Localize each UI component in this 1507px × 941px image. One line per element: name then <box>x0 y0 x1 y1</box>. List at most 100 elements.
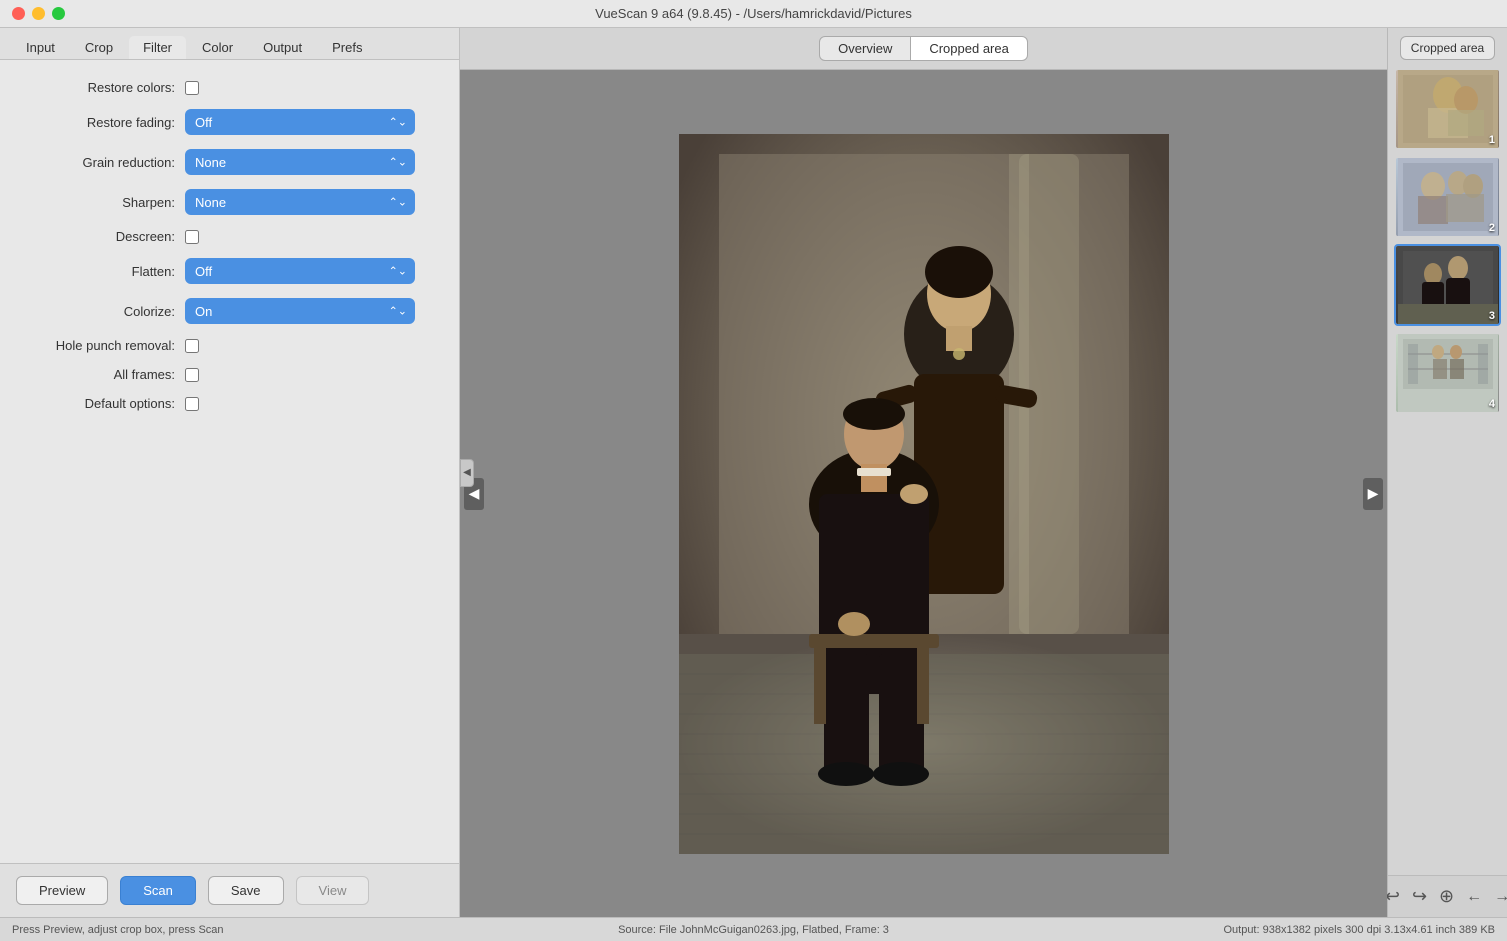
zoom-controls: ↩ ↪ ⊕ ← → <box>1388 875 1507 917</box>
flatten-row: Flatten: Off On ⌃⌄ <box>20 258 439 284</box>
default-options-control <box>185 397 199 411</box>
sharpen-label: Sharpen: <box>20 195 185 210</box>
thumbnail-3[interactable]: 3 <box>1394 244 1501 326</box>
tab-prefs[interactable]: Prefs <box>318 36 376 59</box>
sharpen-control: None Low Medium High ⌃⌄ <box>185 189 415 215</box>
tab-bar: Input Crop Filter Color Output Prefs <box>0 28 459 60</box>
tab-filter[interactable]: Filter <box>129 36 186 59</box>
save-button[interactable]: Save <box>208 876 284 905</box>
zoom-in-button[interactable]: ↪ <box>1408 884 1431 909</box>
grain-reduction-select[interactable]: None Low Medium High <box>185 149 415 175</box>
window-title: VueScan 9 a64 (9.8.45) - /Users/hamrickd… <box>595 6 912 21</box>
grain-reduction-control: None Low Medium High ⌃⌄ <box>185 149 415 175</box>
all-frames-control <box>185 368 199 382</box>
restore-fading-select-wrap: Off On ⌃⌄ <box>185 109 415 135</box>
grain-reduction-row: Grain reduction: None Low Medium High ⌃⌄ <box>20 149 439 175</box>
preview-button[interactable]: Preview <box>16 876 108 905</box>
thumbnail-1-number: 1 <box>1489 134 1495 146</box>
main-photo <box>679 134 1169 854</box>
form-area: Restore colors: Restore fading: Off On <box>0 60 459 863</box>
all-frames-checkbox[interactable] <box>185 368 199 382</box>
tab-color[interactable]: Color <box>188 36 247 59</box>
thumbnail-4-number: 4 <box>1489 398 1495 410</box>
grain-reduction-select-wrap: None Low Medium High ⌃⌄ <box>185 149 415 175</box>
close-button[interactable] <box>12 7 25 20</box>
default-options-checkbox[interactable] <box>185 397 199 411</box>
cropped-area-button[interactable]: Cropped area <box>1400 36 1495 60</box>
tab-output[interactable]: Output <box>249 36 316 59</box>
sharpen-select-wrap: None Low Medium High ⌃⌄ <box>185 189 415 215</box>
grain-reduction-label: Grain reduction: <box>20 155 185 170</box>
thumbnail-3-number: 3 <box>1489 310 1495 322</box>
center-right-wrapper: Overview Cropped area ◀ <box>460 28 1507 917</box>
colorize-row: Colorize: Off On ⌃⌄ <box>20 298 439 324</box>
restore-fading-label: Restore fading: <box>20 115 185 130</box>
view-tabs: Overview Cropped area <box>460 28 1387 70</box>
default-options-row: Default options: <box>20 396 439 411</box>
restore-colors-label: Restore colors: <box>20 80 185 95</box>
restore-fading-select[interactable]: Off On <box>185 109 415 135</box>
colorize-select-wrap: Off On ⌃⌄ <box>185 298 415 324</box>
thumbnail-2-number: 2 <box>1489 222 1495 234</box>
descreen-control <box>185 230 199 244</box>
sharpen-select[interactable]: None Low Medium High <box>185 189 415 215</box>
flatten-select[interactable]: Off On <box>185 258 415 284</box>
sharpen-row: Sharpen: None Low Medium High ⌃⌄ <box>20 189 439 215</box>
flatten-control: Off On ⌃⌄ <box>185 258 415 284</box>
status-bar: Press Preview, adjust crop box, press Sc… <box>0 917 1507 941</box>
thumb-3-image <box>1398 246 1498 324</box>
center-panel: Overview Cropped area ◀ <box>460 28 1387 917</box>
descreen-row: Descreen: <box>20 229 439 244</box>
tab-overview[interactable]: Overview <box>819 36 911 61</box>
restore-colors-checkbox[interactable] <box>185 81 199 95</box>
status-source: Source: File JohnMcGuigan0263.jpg, Flatb… <box>513 924 994 936</box>
thumbnail-1[interactable]: 1 <box>1394 68 1501 150</box>
descreen-label: Descreen: <box>20 229 185 244</box>
thumbnails-list: 1 2 <box>1388 64 1507 875</box>
image-area: ◀ <box>460 70 1387 917</box>
all-frames-label: All frames: <box>20 367 185 382</box>
restore-fading-control: Off On ⌃⌄ <box>185 109 415 135</box>
colorize-select[interactable]: Off On <box>185 298 415 324</box>
nav-next-button[interactable]: ▶ <box>1363 478 1383 510</box>
tab-cropped-area[interactable]: Cropped area <box>911 36 1028 61</box>
scan-button[interactable]: Scan <box>120 876 196 905</box>
flatten-select-wrap: Off On ⌃⌄ <box>185 258 415 284</box>
main-layout: Input Crop Filter Color Output Prefs Res… <box>0 28 1507 917</box>
right-panel-header: Cropped area <box>1388 28 1507 64</box>
descreen-checkbox[interactable] <box>185 230 199 244</box>
left-panel: Input Crop Filter Color Output Prefs Res… <box>0 28 460 917</box>
collapse-panel-button[interactable]: ◀ <box>460 459 474 487</box>
maximize-button[interactable] <box>52 7 65 20</box>
thumb-2-image <box>1398 158 1498 236</box>
hole-punch-removal-control <box>185 339 199 353</box>
thumbnail-4[interactable]: 4 <box>1394 332 1501 414</box>
left-wrapper: Input Crop Filter Color Output Prefs Res… <box>0 28 460 917</box>
default-options-label: Default options: <box>20 396 185 411</box>
pan-right-button[interactable]: → <box>1490 886 1507 908</box>
pan-left-button[interactable]: ← <box>1462 886 1486 908</box>
right-panel: Cropped area 1 <box>1387 28 1507 917</box>
restore-colors-control <box>185 81 199 95</box>
hole-punch-removal-checkbox[interactable] <box>185 339 199 353</box>
status-hint: Press Preview, adjust crop box, press Sc… <box>12 924 493 936</box>
minimize-button[interactable] <box>32 7 45 20</box>
hole-punch-removal-row: Hole punch removal: <box>20 338 439 353</box>
flatten-label: Flatten: <box>20 264 185 279</box>
window-controls <box>12 7 65 20</box>
tab-crop[interactable]: Crop <box>71 36 127 59</box>
colorize-label: Colorize: <box>20 304 185 319</box>
status-output: Output: 938x1382 pixels 300 dpi 3.13x4.6… <box>1014 924 1495 936</box>
bottom-bar: Preview Scan Save View <box>0 863 459 917</box>
zoom-plus-button[interactable]: ⊕ <box>1435 884 1458 909</box>
titlebar: VueScan 9 a64 (9.8.45) - /Users/hamrickd… <box>0 0 1507 28</box>
restore-colors-row: Restore colors: <box>20 80 439 95</box>
all-frames-row: All frames: <box>20 367 439 382</box>
thumb-4-image <box>1398 334 1498 412</box>
thumb-1-image <box>1398 70 1498 148</box>
thumbnail-2[interactable]: 2 <box>1394 156 1501 238</box>
tab-input[interactable]: Input <box>12 36 69 59</box>
restore-fading-row: Restore fading: Off On ⌃⌄ <box>20 109 439 135</box>
colorize-control: Off On ⌃⌄ <box>185 298 415 324</box>
view-button[interactable]: View <box>296 876 370 905</box>
